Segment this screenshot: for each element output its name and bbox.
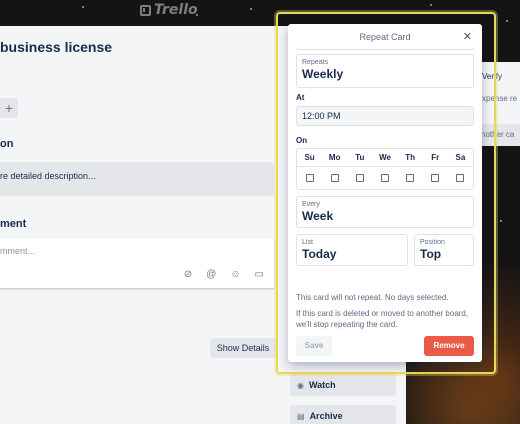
popover-title: Repeat Card — [359, 32, 411, 42]
background-card-footer[interactable]: nother ca — [478, 124, 520, 146]
archive-label: Archive — [309, 411, 343, 421]
status-note: This card will not repeat. No days selec… — [296, 293, 449, 302]
remove-button[interactable]: Remove — [424, 336, 474, 356]
popover-header: Repeat Card ✕ — [296, 24, 474, 50]
comment-input[interactable]: mment... ⊘ @ ☺ ▭ — [0, 238, 274, 288]
trello-logo[interactable]: Trello — [140, 2, 198, 18]
list-value: Today — [302, 247, 337, 261]
day-mo[interactable]: Mo — [322, 149, 348, 189]
repeat-card-popover: Repeat Card ✕ Repeats Weekly At 12:00 PM… — [288, 24, 482, 362]
day-selector: Su Mo Tu We Th Fr Sa — [296, 148, 474, 190]
list-select[interactable]: List Today — [296, 234, 408, 266]
day-su[interactable]: Su — [297, 149, 323, 189]
every-label: Every — [302, 201, 320, 208]
show-details-button[interactable]: Show Details — [210, 338, 276, 358]
watch-button[interactable]: ◉ Watch — [290, 374, 396, 396]
day-fr[interactable]: Fr — [422, 149, 448, 189]
background-card-title: Verify — [482, 72, 503, 81]
activity-heading: ment — [0, 218, 27, 230]
add-label-button[interactable]: + — [0, 98, 18, 118]
archive-icon: ▤ — [297, 411, 305, 421]
day-we[interactable]: We — [372, 149, 398, 189]
watch-label: Watch — [308, 380, 336, 390]
on-label: On — [296, 136, 308, 145]
description-heading: on — [0, 138, 14, 150]
attachment-icon[interactable]: ⊘ — [184, 269, 192, 280]
mention-icon[interactable]: @ — [206, 269, 216, 280]
day-tu[interactable]: Tu — [347, 149, 373, 189]
emoji-icon[interactable]: ☺ — [230, 269, 240, 280]
repeats-label: Repeats — [302, 59, 329, 66]
eye-icon: ◉ — [297, 380, 304, 390]
repeats-select[interactable]: Repeats Weekly — [296, 54, 474, 88]
position-select[interactable]: Position Top — [414, 234, 474, 266]
background-card-subtitle: xpense re — [482, 94, 518, 103]
list-label: List — [302, 239, 313, 246]
day-th[interactable]: Th — [397, 149, 423, 189]
info-note: If this card is deleted or moved to anot… — [296, 309, 469, 329]
comment-placeholder: mment... — [0, 246, 36, 256]
day-checkbox[interactable] — [305, 174, 314, 182]
at-label: At — [296, 93, 305, 102]
board-icon — [140, 4, 151, 16]
save-button[interactable]: Save — [296, 336, 332, 356]
card-title[interactable]: business license — [0, 39, 112, 55]
repeats-value: Weekly — [302, 67, 344, 81]
every-value: Week — [302, 209, 334, 223]
day-checkbox[interactable] — [456, 174, 465, 182]
position-value: Top — [420, 247, 442, 261]
time-input[interactable]: 12:00 PM — [296, 106, 474, 126]
close-icon[interactable]: ✕ — [463, 24, 472, 50]
day-checkbox[interactable] — [330, 174, 339, 182]
every-select[interactable]: Every Week — [296, 196, 474, 228]
position-label: Position — [420, 239, 445, 246]
day-checkbox[interactable] — [355, 174, 364, 182]
day-sa[interactable]: Sa — [447, 149, 473, 189]
card-icon[interactable]: ▭ — [255, 269, 264, 280]
day-checkbox[interactable] — [380, 174, 389, 182]
archive-button[interactable]: ▤ Archive — [290, 405, 396, 424]
logo-text: Trello — [154, 2, 198, 18]
day-checkbox[interactable] — [406, 174, 415, 182]
day-checkbox[interactable] — [431, 174, 440, 182]
description-input[interactable]: re detailed description... — [0, 162, 274, 196]
